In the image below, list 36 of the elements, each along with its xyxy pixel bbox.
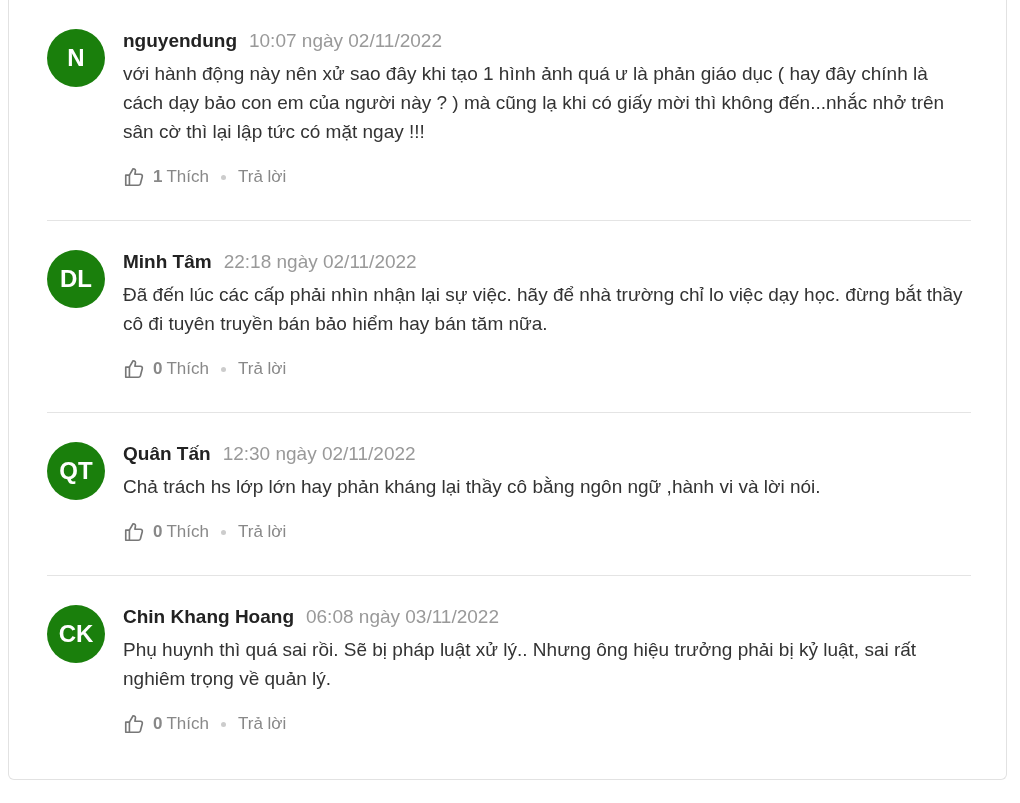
comment-time: 12:30 ngày 02/11/2022 <box>222 442 416 466</box>
separator-dot <box>221 721 226 727</box>
comment-time: 10:07 ngày 02/11/2022 <box>249 29 442 53</box>
user-name[interactable]: Minh Tâm <box>123 246 212 278</box>
avatar: DL <box>47 250 105 308</box>
separator-dot <box>221 174 226 180</box>
user-name[interactable]: nguyendung <box>123 25 237 57</box>
comment-text: Đã đến lúc các cấp phải nhìn nhận lại sự việc. hãy để nhà trường chỉ lo việc dạy học. đừng bắt thầy cô đi tuyên truyền bán bảo hiểm hay bán tăm nữa. <box>123 283 964 336</box>
like-count: 0 <box>153 714 163 734</box>
comment-text: Chả trách hs lớp lớn hay phản kháng lại thầy cô bằng ngôn ngữ ,hành vi và lời nói. <box>123 475 822 499</box>
like-link[interactable]: Thích <box>166 359 209 379</box>
like-count: 0 <box>153 359 163 379</box>
avatar: QT <box>47 442 105 500</box>
thumbs-up-icon[interactable] <box>123 521 145 543</box>
thumbs-up-icon[interactable] <box>123 358 145 380</box>
like-link[interactable]: Thích <box>166 167 209 187</box>
separator-dot <box>221 366 226 372</box>
user-name[interactable]: Chin Khang Hoang <box>123 601 294 633</box>
reply-link[interactable]: Trả lời <box>238 359 287 379</box>
thumbs-up-icon[interactable] <box>123 713 145 735</box>
like-count: 0 <box>153 522 163 542</box>
like-count: 1 <box>153 167 163 187</box>
like-link[interactable]: Thích <box>166 714 209 734</box>
like-link[interactable]: Thích <box>166 522 209 542</box>
avatar: N <box>47 29 105 87</box>
separator-dot <box>221 529 226 535</box>
user-name[interactable]: Quân Tấn <box>123 438 211 470</box>
thumbs-up-icon[interactable] <box>123 166 145 188</box>
reply-link[interactable]: Trả lời <box>238 167 287 187</box>
comment-time: 06:08 ngày 03/11/2022 <box>306 605 499 629</box>
comment-time: 22:18 ngày 02/11/2022 <box>223 250 417 274</box>
comment-text: với hành động này nên xử sao đây khi tạo 1 hình ảnh quá ư là phản giáo dục ( hay đây chính là cách dạy bảo con em của người này ? ) mà cũng lạ khi có giấy mời thì không đến...nhắc nhở trên sân cờ thì lại lập tức có mặt ngay !!! <box>123 62 946 144</box>
reply-link[interactable]: Trả lời <box>238 522 287 542</box>
comment-text: Phụ huynh thì quá sai rồi. Sẽ bị pháp luật xử lý.. Nhưng ông hiệu trưởng phải bị kỷ luật, sai rất nghiêm trọng về quản lý. <box>123 638 918 691</box>
reply-link[interactable]: Trả lời <box>238 714 287 734</box>
avatar: CK <box>47 605 105 663</box>
